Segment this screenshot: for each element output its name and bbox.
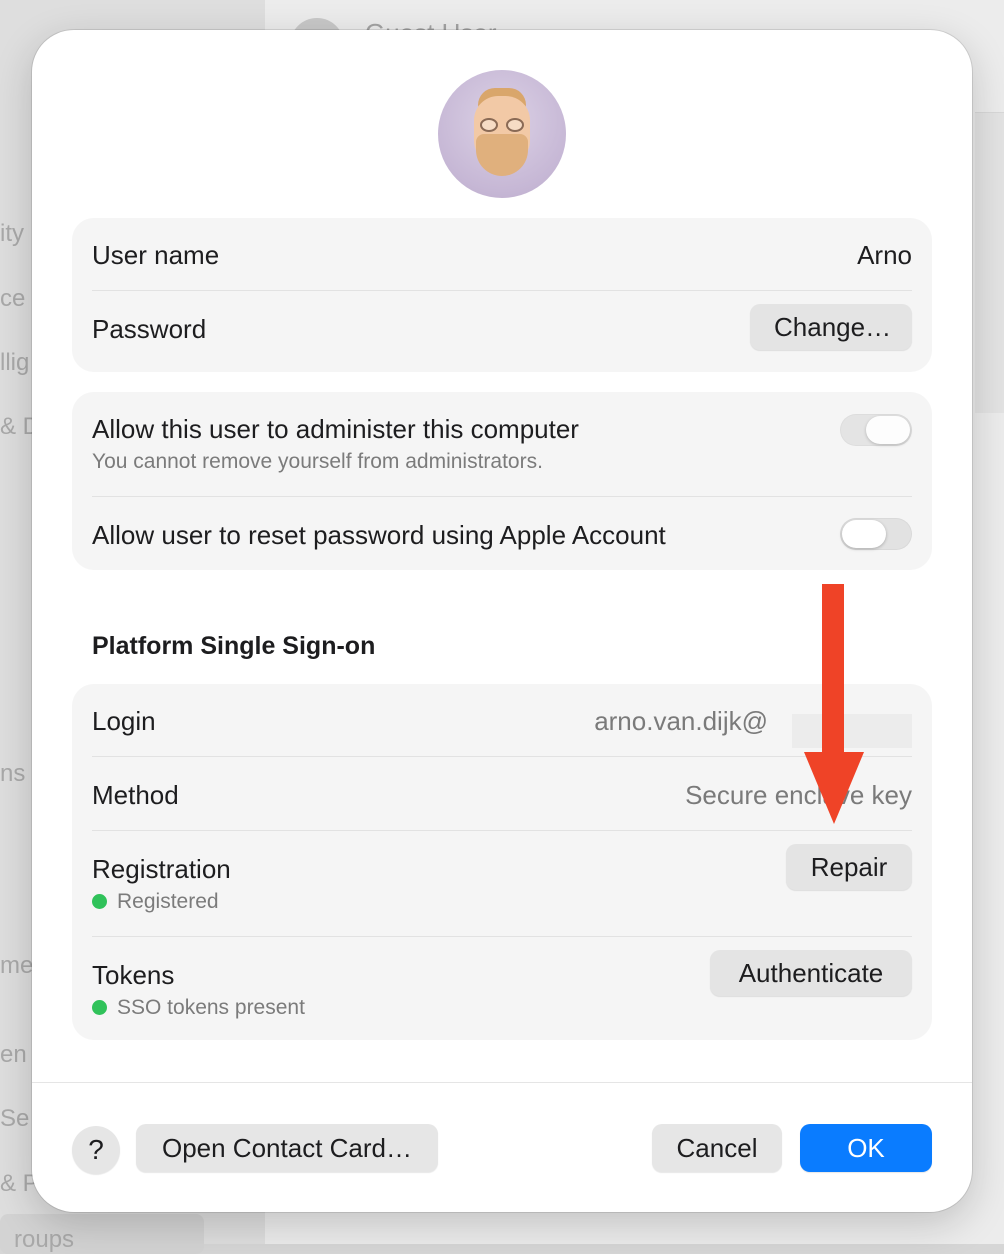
divider	[92, 830, 912, 831]
annotation-arrow-shaft	[822, 584, 844, 764]
memoji-glasses	[478, 118, 526, 134]
glasses-lens-left	[480, 118, 498, 132]
ok-button[interactable]: OK	[800, 1124, 932, 1172]
authenticate-button[interactable]: Authenticate	[710, 950, 912, 996]
sidebar-item-fragment[interactable]: ns	[0, 760, 25, 788]
sso-group: Login arno.van.dijk@ Method Secure encla…	[72, 684, 932, 1040]
password-row: Password Change…	[92, 304, 912, 352]
admin-toggle-label: Allow this user to administer this compu…	[92, 414, 579, 444]
reset-toggle-row: Allow user to reset password using Apple…	[92, 518, 912, 552]
sidebar-item-fragment[interactable]: me	[0, 952, 33, 980]
status-dot-icon	[92, 894, 107, 909]
user-name-row: User name Arno	[92, 240, 912, 272]
permissions-group: Allow this user to administer this compu…	[72, 392, 932, 570]
registration-label: Registration	[92, 854, 231, 884]
sidebar-item-fragment[interactable]: ity	[0, 220, 24, 248]
admin-toggle[interactable]	[840, 414, 912, 446]
memoji-beard	[476, 134, 528, 176]
open-contact-card-button[interactable]: Open Contact Card…	[136, 1124, 438, 1172]
registration-status: Registered	[92, 890, 219, 914]
registration-row: Registration Registered Repair	[92, 844, 912, 918]
user-name-value: Arno	[857, 240, 912, 270]
sso-section-title: Platform Single Sign-on	[92, 632, 376, 660]
sidebar-item-fragment: roups	[14, 1226, 75, 1253]
tokens-status: SSO tokens present	[92, 996, 305, 1020]
account-group: User name Arno Password Change…	[72, 218, 932, 372]
user-avatar[interactable]	[438, 70, 566, 198]
admin-toggle-note: You cannot remove yourself from administ…	[92, 450, 543, 473]
sidebar-item-fragment[interactable]: llig	[0, 349, 29, 377]
divider	[92, 496, 912, 497]
tokens-label: Tokens	[92, 960, 175, 990]
password-label: Password	[92, 314, 207, 344]
tokens-status-text: SSO tokens present	[117, 996, 305, 1019]
login-label: Login	[92, 706, 156, 736]
status-dot-icon	[92, 1000, 107, 1015]
change-password-button[interactable]: Change…	[750, 304, 912, 350]
user-name-label: User name	[92, 240, 220, 270]
method-value: Secure enclave key	[685, 780, 912, 810]
toggle-knob	[842, 520, 886, 548]
glasses-lens-right	[506, 118, 524, 132]
divider	[92, 290, 912, 291]
sidebar-item-fragment[interactable]: Se	[0, 1105, 29, 1133]
redacted-domain	[792, 714, 912, 748]
background-panel	[975, 112, 1004, 413]
toggle-knob	[866, 416, 910, 444]
login-row: Login arno.van.dijk@	[92, 706, 912, 748]
method-row: Method Secure enclave key	[92, 780, 912, 812]
divider	[92, 936, 912, 937]
cancel-button[interactable]: Cancel	[652, 1124, 782, 1172]
registration-status-text: Registered	[117, 890, 219, 913]
admin-toggle-row: Allow this user to administer this compu…	[92, 414, 912, 474]
reset-password-toggle[interactable]	[840, 518, 912, 550]
help-button[interactable]: ?	[72, 1126, 120, 1174]
tokens-row: Tokens SSO tokens present Authenticate	[92, 950, 912, 1024]
login-value: arno.van.dijk@	[594, 706, 768, 736]
annotation-arrow-down-icon	[804, 752, 864, 824]
sidebar-item-fragment[interactable]: ce	[0, 285, 25, 313]
method-label: Method	[92, 780, 179, 810]
repair-button[interactable]: Repair	[786, 844, 912, 890]
reset-toggle-label: Allow user to reset password using Apple…	[92, 520, 666, 550]
sidebar-item-fragment[interactable]: en	[0, 1041, 27, 1069]
footer-divider	[32, 1082, 972, 1083]
sidebar-selected-item[interactable]: roups	[0, 1214, 204, 1254]
divider	[92, 756, 912, 757]
